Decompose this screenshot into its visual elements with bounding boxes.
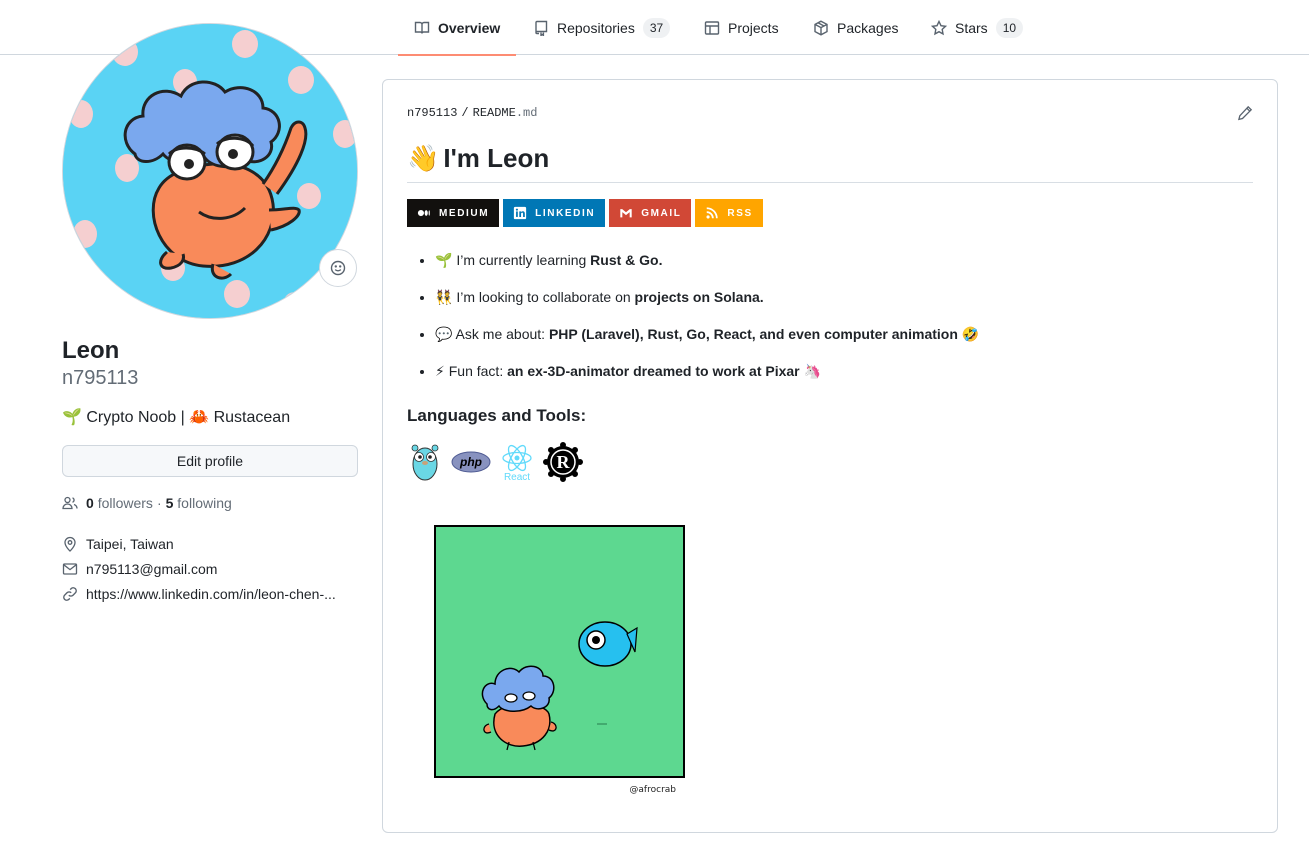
tab-label: Projects bbox=[728, 19, 779, 36]
badge-label: LINKEDIN bbox=[535, 207, 596, 219]
tab-overview[interactable]: Overview bbox=[397, 0, 517, 56]
bullet-emoji: ⚡ bbox=[435, 363, 445, 379]
readme-file-name: README bbox=[472, 106, 516, 120]
readme-owner-link[interactable]: n795113 bbox=[407, 106, 457, 120]
rust-label: R bbox=[557, 452, 571, 472]
bullet-emoji: 👯 bbox=[435, 289, 453, 305]
linkedin-badge[interactable]: LINKEDIN bbox=[503, 199, 606, 227]
edit-profile-button[interactable]: Edit profile bbox=[62, 445, 358, 477]
smiley-icon bbox=[330, 260, 346, 276]
bullet-tail: 🦄 bbox=[799, 363, 821, 379]
list-item: ⚡ Fun fact: an ex-3D-animator dreamed to… bbox=[435, 361, 979, 398]
profile-name: Leon bbox=[62, 337, 120, 364]
bullet-bold: Rust & Go. bbox=[590, 252, 663, 268]
php-icon[interactable]: php bbox=[451, 442, 491, 482]
pencil-icon[interactable] bbox=[1237, 105, 1253, 121]
location-icon bbox=[64, 536, 76, 552]
readme-breadcrumb: n795113/README.md bbox=[407, 106, 537, 120]
followers-label: followers bbox=[97, 495, 153, 511]
bullet-text: I’m currently learning bbox=[452, 252, 591, 268]
gmail-icon bbox=[620, 209, 632, 218]
following-count: 5 bbox=[165, 495, 174, 511]
php-label: php bbox=[459, 455, 482, 469]
tab-projects[interactable]: Projects bbox=[704, 0, 779, 55]
star-icon bbox=[931, 19, 947, 35]
badge-label: MEDIUM bbox=[439, 207, 490, 219]
rss-icon bbox=[706, 207, 719, 219]
readme-card: n795113/README.md 👋 I'm Leon MEDIUM LINK… bbox=[382, 79, 1278, 833]
badge-label: RSS bbox=[727, 207, 753, 219]
book-icon bbox=[414, 21, 430, 34]
tab-packages[interactable]: Packages bbox=[813, 0, 898, 55]
bullet-emoji: 🌱 bbox=[435, 252, 453, 268]
readme-comic-image: @afrocrab bbox=[434, 525, 685, 795]
tab-stars[interactable]: Stars 10 bbox=[931, 0, 1024, 55]
repositories-count: 37 bbox=[642, 17, 671, 38]
react-icon[interactable]: React bbox=[499, 442, 535, 482]
breadcrumb-separator: / bbox=[461, 106, 469, 120]
avatar[interactable] bbox=[62, 23, 358, 319]
email-link[interactable]: n795113@gmail.com bbox=[86, 561, 217, 577]
follow-separator: · bbox=[156, 495, 162, 511]
followers-count: 0 bbox=[86, 495, 94, 511]
tools-heading: Languages and Tools: bbox=[407, 406, 587, 425]
readme-title: 👋 I'm Leon bbox=[407, 141, 549, 175]
bullet-bold: PHP (Laravel), Rust, Go, React, and even… bbox=[548, 326, 958, 342]
repo-icon bbox=[535, 20, 548, 36]
rss-badge[interactable]: RSS bbox=[695, 199, 763, 227]
linkedin-icon bbox=[514, 206, 527, 220]
react-label: React bbox=[504, 472, 530, 482]
bullet-emoji: 💬 bbox=[435, 326, 453, 342]
bullet-bold: an ex-3D-animator dreamed to work at Pix… bbox=[507, 363, 800, 379]
profile-bio: 🌱 Crypto Noob | 🦀 Rustacean bbox=[62, 409, 291, 426]
rust-icon[interactable]: R bbox=[543, 442, 583, 482]
bullet-tail: 🤣 bbox=[957, 326, 980, 342]
social-badges: MEDIUM LINKEDIN GMAIL RSS bbox=[407, 199, 763, 227]
bullet-text: Fun fact: bbox=[444, 363, 508, 379]
list-item: 💬 Ask me about: PHP (Laravel), Rust, Go,… bbox=[435, 324, 979, 361]
package-icon bbox=[814, 19, 828, 36]
follow-stats: 0 followers · 5 following bbox=[62, 495, 232, 511]
medium-icon bbox=[417, 209, 430, 217]
readme-title-text: I'm Leon bbox=[443, 143, 550, 173]
following-link[interactable]: 5 following bbox=[166, 495, 232, 511]
tab-label: Packages bbox=[837, 19, 899, 36]
bullet-text: Ask me about: bbox=[452, 326, 549, 342]
table-icon bbox=[704, 20, 720, 35]
profile-username: n795113 bbox=[62, 367, 139, 389]
bullet-bold: projects on Solana. bbox=[634, 289, 764, 305]
gmail-badge[interactable]: GMAIL bbox=[609, 199, 692, 227]
medium-badge[interactable]: MEDIUM bbox=[407, 199, 500, 227]
list-item: 🌱 I’m currently learning Rust & Go. bbox=[435, 250, 979, 287]
people-icon bbox=[62, 496, 78, 510]
tab-label: Overview bbox=[438, 19, 501, 36]
comic-signature: @afrocrab bbox=[629, 785, 676, 795]
website-link[interactable]: https://www.linkedin.com/in/leon-chen-..… bbox=[86, 586, 336, 602]
location-text: Taipei, Taiwan bbox=[86, 536, 174, 552]
following-label: following bbox=[177, 495, 232, 511]
location-item: Taipei, Taiwan bbox=[62, 536, 174, 552]
avatar-illustration bbox=[63, 24, 357, 318]
bullet-text: I’m looking to collaborate on bbox=[452, 289, 635, 305]
tab-repositories[interactable]: Repositories 37 bbox=[533, 0, 671, 55]
badge-label: GMAIL bbox=[641, 207, 682, 219]
mail-icon bbox=[62, 563, 78, 575]
stars-count: 10 bbox=[995, 17, 1024, 38]
website-item: https://www.linkedin.com/in/leon-chen-..… bbox=[62, 586, 336, 602]
tools-list: php React R bbox=[407, 442, 583, 482]
readme-file-link[interactable]: README.md bbox=[473, 106, 538, 120]
email-item: n795113@gmail.com bbox=[62, 561, 217, 577]
list-item: 👯 I’m looking to collaborate on projects… bbox=[435, 287, 979, 324]
wave-emoji: 👋 bbox=[407, 143, 440, 173]
tab-label: Repositories bbox=[557, 19, 635, 36]
link-icon bbox=[63, 587, 77, 601]
readme-file-ext: .md bbox=[515, 106, 538, 120]
title-divider bbox=[407, 182, 1253, 183]
followers-link[interactable]: 0 followers bbox=[86, 495, 153, 511]
golang-gopher-icon[interactable] bbox=[407, 442, 443, 482]
tab-label: Stars bbox=[955, 19, 988, 36]
set-status-button[interactable] bbox=[319, 249, 357, 287]
about-list: 🌱 I’m currently learning Rust & Go. 👯 I’… bbox=[435, 250, 979, 398]
